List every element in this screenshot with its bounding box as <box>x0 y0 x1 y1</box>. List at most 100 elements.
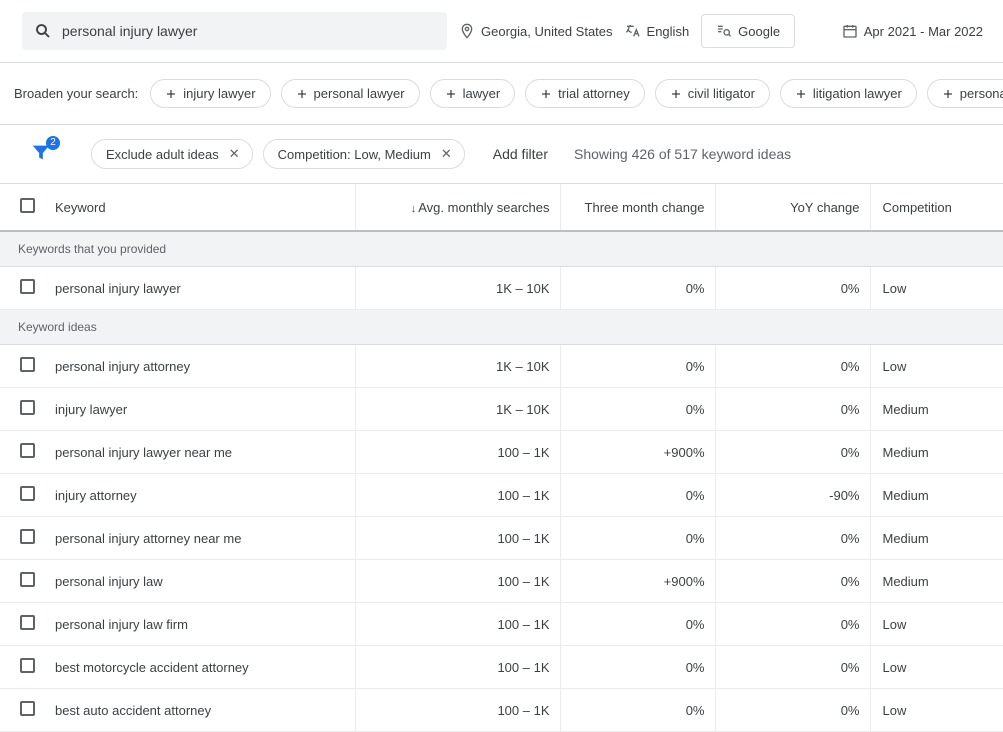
cell-yoy: 0% <box>715 646 870 689</box>
section-header: Keyword ideas <box>0 310 1003 345</box>
cell-comp: Low <box>870 646 1003 689</box>
location-selector[interactable]: Georgia, United States <box>459 23 613 39</box>
cell-yoy: 0% <box>715 267 870 310</box>
cell-avg: 100 – 1K <box>355 603 560 646</box>
cell-keyword: personal injury attorney near me <box>45 517 355 560</box>
table-row[interactable]: injury attorney100 – 1K0%-90%Medium <box>0 474 1003 517</box>
sort-down-icon: ↓ <box>411 203 417 215</box>
cell-avg: 1K – 10K <box>355 388 560 431</box>
cell-keyword: injury lawyer <box>45 388 355 431</box>
chip-label: personal injury <box>960 86 1003 101</box>
table-row[interactable]: personal injury lawyer near me100 – 1K+9… <box>0 431 1003 474</box>
language-selector[interactable]: English <box>625 23 690 39</box>
cell-yoy: 0% <box>715 388 870 431</box>
row-checkbox[interactable] <box>20 279 35 294</box>
cell-avg: 100 – 1K <box>355 474 560 517</box>
row-checkbox[interactable] <box>20 572 35 587</box>
broaden-chip[interactable]: trial attorney <box>525 79 645 108</box>
col-yoy[interactable]: YoY change <box>715 184 870 232</box>
table-row[interactable]: personal injury law100 – 1K+900%0%Medium <box>0 560 1003 603</box>
cell-three: 0% <box>560 689 715 732</box>
broaden-chip[interactable]: personal injury <box>927 79 1003 108</box>
filter-chip: Competition: Low, Medium✕ <box>263 139 465 169</box>
plus-icon <box>670 88 682 100</box>
chip-label: trial attorney <box>558 86 630 101</box>
col-avg-searches[interactable]: ↓Avg. monthly searches <box>355 184 560 232</box>
table-row[interactable]: personal injury attorney1K – 10K0%0%Low <box>0 345 1003 388</box>
cell-keyword: best auto accident attorney <box>45 689 355 732</box>
broaden-chip[interactable]: personal lawyer <box>281 79 420 108</box>
table-row[interactable]: personal injury law firm100 – 1K0%0%Low <box>0 603 1003 646</box>
chip-label: litigation lawyer <box>813 86 902 101</box>
calendar-icon <box>842 23 858 39</box>
language-text: English <box>647 24 690 39</box>
date-range-selector[interactable]: Apr 2021 - Mar 2022 <box>842 23 983 39</box>
cell-comp: Medium <box>870 388 1003 431</box>
cell-comp: Low <box>870 689 1003 732</box>
row-checkbox[interactable] <box>20 486 35 501</box>
language-icon <box>625 23 641 39</box>
keyword-table: Keyword ↓Avg. monthly searches Three mon… <box>0 183 1003 732</box>
row-checkbox[interactable] <box>20 529 35 544</box>
network-icon <box>716 23 732 39</box>
filter-funnel[interactable]: 2 <box>30 142 52 167</box>
broaden-chip[interactable]: civil litigator <box>655 79 770 108</box>
close-icon[interactable]: ✕ <box>441 146 452 162</box>
cell-comp: Low <box>870 345 1003 388</box>
cell-three: 0% <box>560 517 715 560</box>
network-selector[interactable]: Google <box>701 14 795 48</box>
plus-icon <box>942 88 954 100</box>
cell-yoy: 0% <box>715 603 870 646</box>
chip-label: civil litigator <box>688 86 755 101</box>
plus-icon <box>165 88 177 100</box>
cell-comp: Low <box>870 267 1003 310</box>
filter-count-badge: 2 <box>46 136 60 150</box>
cell-avg: 1K – 10K <box>355 345 560 388</box>
cell-avg: 100 – 1K <box>355 517 560 560</box>
cell-three: 0% <box>560 267 715 310</box>
table-row[interactable]: best auto accident attorney100 – 1K0%0%L… <box>0 689 1003 732</box>
broaden-chip[interactable]: injury lawyer <box>150 79 270 108</box>
location-icon <box>459 23 475 39</box>
cell-comp: Medium <box>870 560 1003 603</box>
col-competition[interactable]: Competition <box>870 184 1003 232</box>
filter-chip: Exclude adult ideas ✕ <box>91 139 253 169</box>
select-all-checkbox[interactable] <box>20 198 35 213</box>
row-checkbox[interactable] <box>20 400 35 415</box>
cell-comp: Medium <box>870 474 1003 517</box>
cell-three: +900% <box>560 560 715 603</box>
search-box[interactable] <box>22 12 447 50</box>
broaden-chip[interactable]: lawyer <box>430 79 516 108</box>
cell-three: 0% <box>560 345 715 388</box>
cell-yoy: 0% <box>715 345 870 388</box>
cell-keyword: personal injury law <box>45 560 355 603</box>
top-bar: Georgia, United States English Google Ap… <box>0 0 1003 63</box>
cell-keyword: personal injury lawyer <box>45 267 355 310</box>
plus-icon <box>795 88 807 100</box>
cell-avg: 100 – 1K <box>355 560 560 603</box>
chip-label: Exclude adult ideas <box>106 147 219 162</box>
cell-yoy: 0% <box>715 560 870 603</box>
row-checkbox[interactable] <box>20 357 35 372</box>
date-range-text: Apr 2021 - Mar 2022 <box>864 24 983 39</box>
col-three-month[interactable]: Three month change <box>560 184 715 232</box>
cell-comp: Low <box>870 603 1003 646</box>
table-row[interactable]: personal injury attorney near me100 – 1K… <box>0 517 1003 560</box>
broaden-chip[interactable]: litigation lawyer <box>780 79 917 108</box>
cell-keyword: personal injury lawyer near me <box>45 431 355 474</box>
table-row[interactable]: personal injury lawyer1K – 10K0%0%Low <box>0 267 1003 310</box>
row-checkbox[interactable] <box>20 701 35 716</box>
table-row[interactable]: best motorcycle accident attorney100 – 1… <box>0 646 1003 689</box>
cell-yoy: 0% <box>715 689 870 732</box>
col-keyword[interactable]: Keyword <box>45 184 355 232</box>
section-header: Keywords that you provided <box>0 231 1003 267</box>
row-checkbox[interactable] <box>20 443 35 458</box>
search-input[interactable] <box>62 23 435 39</box>
row-checkbox[interactable] <box>20 615 35 630</box>
showing-text: Showing 426 of 517 keyword ideas <box>574 146 791 162</box>
row-checkbox[interactable] <box>20 658 35 673</box>
cell-comp: Medium <box>870 517 1003 560</box>
add-filter-button[interactable]: Add filter <box>493 146 548 162</box>
table-row[interactable]: injury lawyer1K – 10K0%0%Medium <box>0 388 1003 431</box>
close-icon[interactable]: ✕ <box>229 146 240 162</box>
